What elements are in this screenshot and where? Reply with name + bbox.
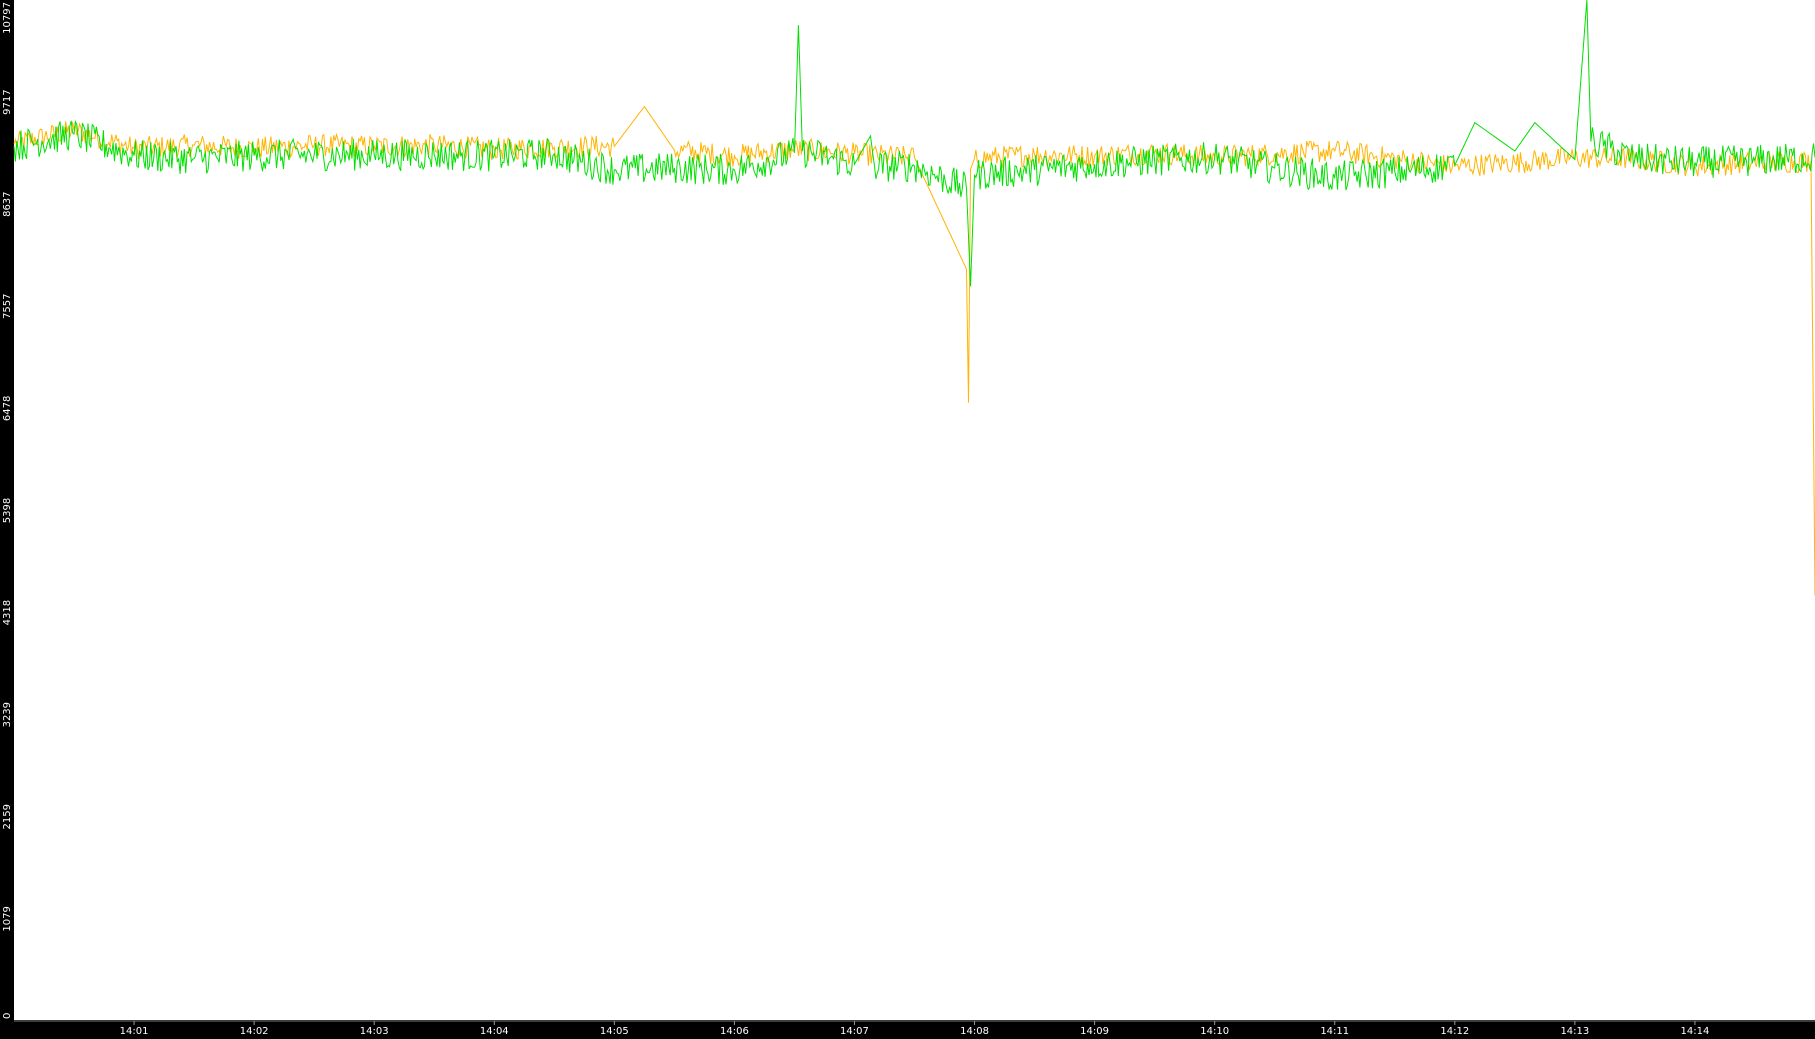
x-tick-label: 14:01	[120, 1026, 149, 1037]
y-tick-label: 5398	[2, 498, 13, 523]
y-tick-label: 7557	[2, 294, 13, 319]
line-chart: 0 1079 2159 3239 4318 5398 6478 7557 8637 9717 107…	[0, 0, 1815, 1039]
x-tick-label: 14:13	[1560, 1026, 1589, 1037]
y-tick-label: 4318	[2, 600, 13, 625]
x-tick-label: 14:02	[240, 1026, 269, 1037]
x-tick-label: 14:09	[1080, 1026, 1109, 1037]
y-tick-label: 0	[2, 1013, 13, 1019]
x-tick-label: 14:06	[720, 1026, 749, 1037]
x-tick-label: 14:03	[360, 1026, 389, 1037]
y-tick-label: 1079	[2, 906, 13, 931]
x-tick-label: 14:08	[960, 1026, 989, 1037]
x-tick-label: 14:07	[840, 1026, 869, 1037]
x-axis-band	[0, 1020, 1815, 1039]
x-tick-label: 14:05	[600, 1026, 629, 1037]
x-tick-label: 14:04	[480, 1026, 509, 1037]
y-tick-label: 6478	[2, 396, 13, 421]
x-tick-label: 14:12	[1440, 1026, 1469, 1037]
x-tick-label: 14:14	[1681, 1026, 1710, 1037]
y-tick-label: 9717	[2, 89, 13, 114]
y-tick-label: 2159	[2, 804, 13, 829]
y-tick-label: 3239	[2, 702, 13, 727]
x-tick-label: 14:10	[1200, 1026, 1229, 1037]
x-tick-label: 14:11	[1320, 1026, 1349, 1037]
y-tick-label: 10797	[2, 2, 13, 34]
y-tick-label: 8637	[2, 191, 13, 216]
